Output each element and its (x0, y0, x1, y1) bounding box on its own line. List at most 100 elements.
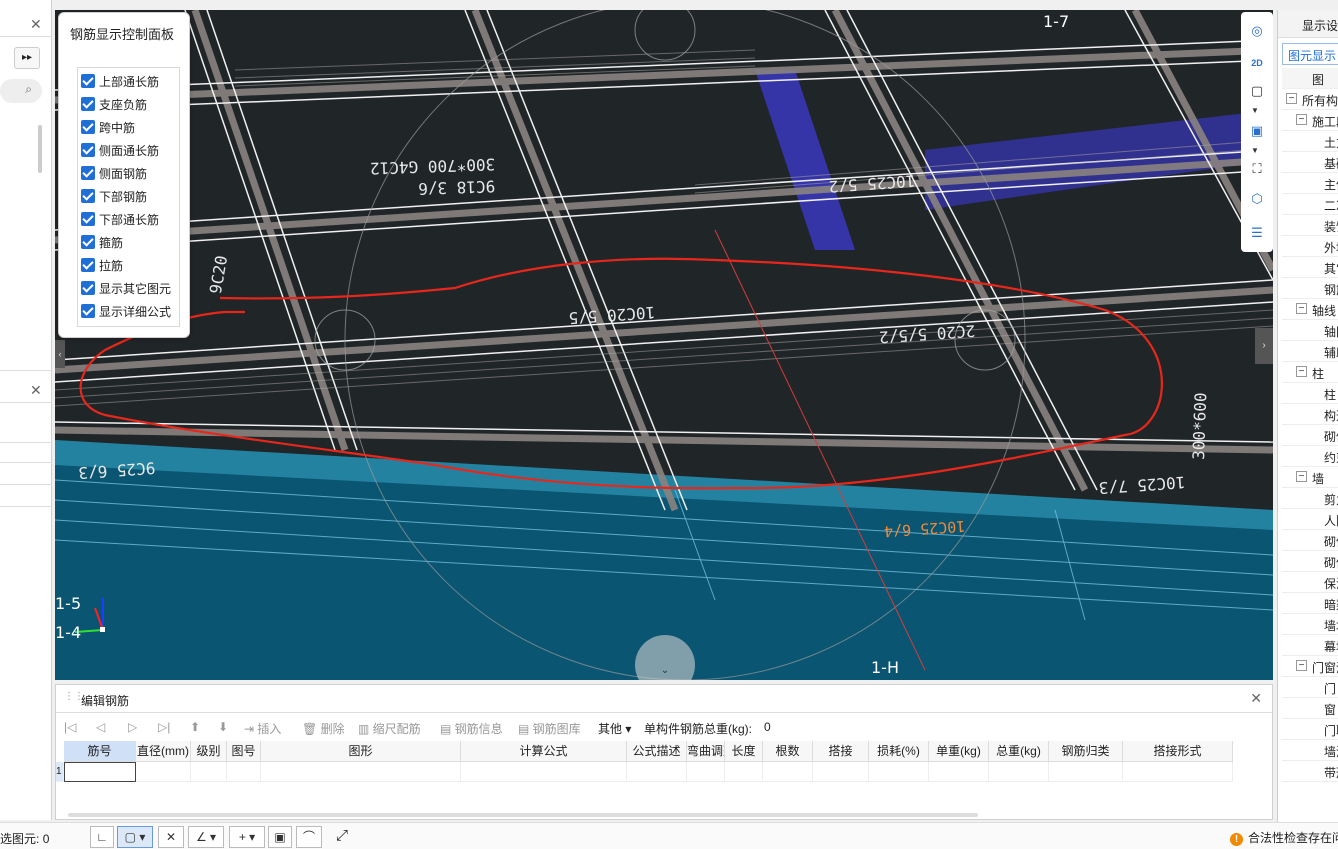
tree-item[interactable]: −施工段 (1282, 110, 1338, 131)
column-header[interactable]: 总重(kg) (989, 741, 1049, 762)
checkbox-checked-icon[interactable] (81, 166, 95, 180)
table-cell[interactable] (929, 762, 989, 782)
table-cell[interactable] (64, 762, 136, 782)
insert-button[interactable]: ⇥ 插入 (244, 720, 281, 737)
chevron-down-icon[interactable]: ⌄ (655, 665, 675, 677)
column-header[interactable]: 搭接形式 (1123, 741, 1233, 762)
tree-item[interactable]: 其它 (1282, 257, 1338, 278)
table-cell[interactable] (1049, 762, 1123, 782)
tree-item[interactable]: 二次 (1282, 194, 1338, 215)
rebar-option-checkbox[interactable]: 下部钢筋 (81, 187, 147, 205)
table-cell[interactable] (1123, 762, 1233, 782)
column-header[interactable]: 单重(kg) (929, 741, 989, 762)
curve-icon[interactable]: ⌒ (296, 826, 322, 848)
column-header[interactable]: 级别 (191, 741, 227, 762)
scale-rebar-button[interactable]: ▥ 缩尺配筋 (358, 720, 421, 737)
table-cell[interactable] (227, 762, 261, 782)
checkbox-checked-icon[interactable] (81, 281, 95, 295)
fullscreen-icon[interactable]: ⛶ (1245, 158, 1269, 180)
delete-button[interactable]: 🗑 删除 (302, 720, 345, 737)
angle-button[interactable]: ∠ ▾ (188, 826, 224, 848)
tree-item[interactable]: 砌体 (1282, 425, 1338, 446)
layer-icon[interactable]: ▣ (268, 826, 292, 848)
cross-select-icon[interactable]: ✕ (158, 826, 184, 848)
chevron-down-icon[interactable]: ▼ (1251, 106, 1259, 115)
column-header[interactable]: 公式描述 (627, 741, 687, 762)
collapse-toggle-icon[interactable]: − (1286, 93, 1297, 104)
column-header[interactable]: 计算公式 (461, 741, 627, 762)
tree-item[interactable]: 窗 (1282, 698, 1338, 719)
orthogonal-icon[interactable]: ∟ (90, 826, 114, 848)
tree-item[interactable]: − 墙 (1282, 467, 1338, 488)
collapse-toggle-icon[interactable]: − (1296, 366, 1307, 377)
checkbox-checked-icon[interactable] (81, 258, 95, 272)
tree-item[interactable]: 砌体 (1282, 530, 1338, 551)
table-cell[interactable] (989, 762, 1049, 782)
checkbox-checked-icon[interactable] (81, 120, 95, 134)
column-header[interactable]: 根数 (763, 741, 813, 762)
rebar-option-checkbox[interactable]: 跨中筋 (81, 118, 135, 136)
scrollbar[interactable] (38, 125, 42, 173)
column-header[interactable]: 钢筋归类 (1049, 741, 1123, 762)
collapse-right-handle[interactable]: › (1255, 328, 1273, 364)
table-cell[interactable] (627, 762, 687, 782)
rebar-option-checkbox[interactable]: 箍筋 (81, 233, 123, 251)
column-header[interactable]: 损耗(%) (869, 741, 929, 762)
tree-item[interactable]: − 柱 (1282, 362, 1338, 383)
layer-settings-icon[interactable]: ☰ (1245, 222, 1269, 244)
collapse-left-handle[interactable]: ‹ (55, 340, 65, 368)
close-icon[interactable]: ✕ (1250, 690, 1262, 707)
tree-item[interactable]: 保温 (1282, 572, 1338, 593)
expand-button[interactable]: ▸▸ (14, 47, 40, 69)
tree-item[interactable]: − 所有构 (1282, 89, 1338, 110)
orbit-icon[interactable]: ◎ (1245, 20, 1269, 42)
move-down-icon[interactable]: ⬇ (218, 720, 228, 734)
tree-item[interactable]: 暗梁 (1282, 593, 1338, 614)
column-header[interactable]: 图号 (227, 741, 261, 762)
table-cell[interactable] (261, 762, 461, 782)
rebar-option-checkbox[interactable]: 支座负筋 (81, 95, 147, 113)
table-cell[interactable] (725, 762, 763, 782)
tree-item[interactable]: 装饰 (1282, 215, 1338, 236)
rebar-option-checkbox[interactable]: 拉筋 (81, 256, 123, 274)
search-input[interactable]: ⌕ (0, 79, 42, 103)
3d-viewport[interactable]: 300*700 G4C12 9C18 3/6 10C20 5/5 2C20 5/… (55, 10, 1273, 680)
cube-select-icon[interactable]: ⬡ (1245, 188, 1269, 210)
column-header[interactable]: 直径(mm) (136, 741, 191, 762)
table-cell[interactable] (136, 762, 191, 782)
column-header[interactable]: 搭接 (813, 741, 869, 762)
rebar-option-checkbox[interactable]: 侧面通长筋 (81, 141, 159, 159)
validity-warning[interactable]: ! 合法性检查存在问 (1230, 829, 1338, 846)
table-cell[interactable] (687, 762, 725, 782)
prev-record-icon[interactable]: ◁ (96, 720, 105, 734)
tree-item[interactable]: 剪力 (1282, 488, 1338, 509)
tree-item[interactable]: 外墙 (1282, 236, 1338, 257)
tree-item[interactable]: 带形 (1282, 761, 1338, 782)
close-icon[interactable]: ✕ (30, 16, 42, 33)
tree-item[interactable]: 主体 (1282, 173, 1338, 194)
tree-item[interactable]: 门 (1282, 677, 1338, 698)
tree-item[interactable]: 人防 (1282, 509, 1338, 530)
rebar-option-checkbox[interactable]: 上部通长筋 (81, 72, 159, 90)
tree-item[interactable]: 辅助 (1282, 341, 1338, 362)
table-cell[interactable] (763, 762, 813, 782)
rebar-option-checkbox[interactable]: 下部通长筋 (81, 210, 159, 228)
3d-solid-icon[interactable]: ▣ (1245, 120, 1269, 142)
rebar-info-button[interactable]: ▤ 钢筋信息 (440, 720, 503, 737)
table-cell[interactable] (869, 762, 929, 782)
checkbox-checked-icon[interactable] (81, 97, 95, 111)
table-cell[interactable] (813, 762, 869, 782)
horizontal-scrollbar[interactable] (68, 813, 978, 817)
2d-view-icon[interactable]: 2D (1245, 52, 1269, 74)
checkbox-checked-icon[interactable] (81, 212, 95, 226)
other-dropdown[interactable]: 其他 ▾ (598, 720, 631, 737)
tree-item[interactable]: 门联 (1282, 719, 1338, 740)
collapse-toggle-icon[interactable]: − (1296, 660, 1307, 671)
tree-item[interactable]: 构造 (1282, 404, 1338, 425)
rebar-option-checkbox[interactable]: 显示其它图元 (81, 279, 171, 297)
tree-item[interactable]: − 轴线 (1282, 299, 1338, 320)
next-record-icon[interactable]: ▷ (128, 720, 137, 734)
tree-item[interactable]: 墙洞 (1282, 740, 1338, 761)
checkbox-checked-icon[interactable] (81, 143, 95, 157)
last-record-icon[interactable]: ▷| (158, 720, 170, 734)
